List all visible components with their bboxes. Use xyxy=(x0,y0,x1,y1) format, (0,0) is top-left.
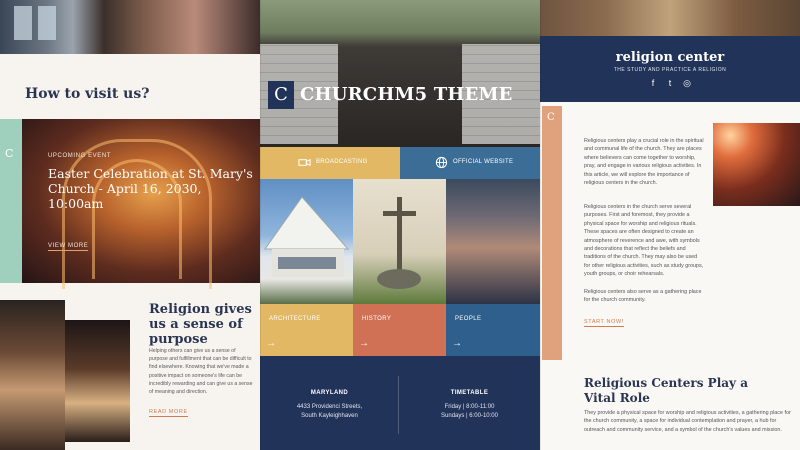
view-more-link[interactable]: VIEW MORE xyxy=(48,243,89,251)
official-website-label: OFFICIAL WEBSITE xyxy=(453,159,514,165)
window-pane xyxy=(14,6,32,40)
city-line: South Kayleighhaven xyxy=(301,413,358,419)
side-accent-band: C xyxy=(0,119,22,283)
site-title: CHURCHM5 THEME xyxy=(300,84,513,105)
timetable-heading: TIMETABLE xyxy=(450,390,489,396)
concert-hands-photo xyxy=(65,320,130,442)
brand-initial-badge: C xyxy=(268,81,294,109)
facebook-icon[interactable]: f xyxy=(647,77,659,89)
address-line: 4433 Providenci Streets, xyxy=(296,404,363,410)
right-panel: religion center THE STUDY AND PRACTICE A… xyxy=(540,0,800,450)
people-tile[interactable]: PEOPLE → xyxy=(446,304,540,356)
timetable-info: TIMETABLE Friday | 8:00-11:00 Sundays | … xyxy=(400,376,539,434)
video-icon xyxy=(298,158,311,167)
side-accent-band: C xyxy=(542,106,562,360)
left-panel: How to visit us? C UPCOMING EVENT Easter… xyxy=(0,0,260,450)
read-more-link[interactable]: READ MORE xyxy=(149,409,188,417)
paragraph-purposes: Religious centers in the church serve se… xyxy=(584,204,704,278)
location-info: MARYLAND 4433 Providenci Streets, South … xyxy=(260,376,399,434)
paragraph-intro: Religious centers play a crucial role in… xyxy=(584,138,704,187)
arrow-right-icon: → xyxy=(359,338,369,349)
purpose-body: Helping others can give us a sense of pu… xyxy=(149,348,253,396)
concert-photo xyxy=(713,123,800,206)
church-interior-photo xyxy=(0,0,260,54)
people-label: PEOPLE xyxy=(455,316,482,322)
section-heading: Religious Centers Play a Vital Role xyxy=(584,376,748,405)
architecture-tile[interactable]: ARCHITECTURE → xyxy=(260,304,353,356)
visit-title: How to visit us? xyxy=(25,86,150,102)
people-photo xyxy=(446,179,540,304)
tagline: THE STUDY AND PRACTICE A RELIGION xyxy=(613,67,727,73)
arrow-right-icon: → xyxy=(452,338,462,349)
architecture-label: ARCHITECTURE xyxy=(269,316,321,322)
purpose-title: Religion gives us a sense of purpose xyxy=(149,302,252,347)
crucifix-illustration xyxy=(377,197,421,289)
history-photo xyxy=(353,179,446,304)
location-heading: MARYLAND xyxy=(310,390,349,396)
history-tile[interactable]: HISTORY → xyxy=(353,304,446,356)
history-label: HISTORY xyxy=(362,316,392,322)
window-pane xyxy=(38,6,56,40)
church-exterior-photo xyxy=(260,0,540,147)
section-body: They provide a physical space for worshi… xyxy=(584,410,791,433)
arrow-right-icon: → xyxy=(266,338,276,349)
brand-initial-badge: C xyxy=(5,147,14,160)
site-header: religion center THE STUDY AND PRACTICE A… xyxy=(540,36,800,102)
brand-name[interactable]: religion center xyxy=(540,50,800,65)
globe-icon xyxy=(435,156,448,169)
instagram-icon[interactable]: ◎ xyxy=(681,77,693,89)
brand-initial-badge: C xyxy=(547,112,555,123)
church-roof-illustration xyxy=(264,196,350,277)
panel-divider xyxy=(260,0,261,450)
start-now-link[interactable]: START NOW! xyxy=(584,319,624,327)
twitter-icon[interactable]: t xyxy=(664,77,676,89)
sunday-hours: Sundays | 6:00-10:00 xyxy=(441,413,498,419)
panel-divider xyxy=(540,0,541,450)
friday-hours: Friday | 8:00-11:00 xyxy=(444,404,495,410)
official-website-button[interactable]: OFFICIAL WEBSITE xyxy=(400,147,540,179)
event-title: Easter Celebration at St. Mary's Church … xyxy=(48,166,253,211)
event-label: UPCOMING EVENT xyxy=(48,153,112,159)
architecture-photo xyxy=(260,179,353,304)
paragraph-gathering: Religious centers also serve as a gather… xyxy=(584,289,702,304)
broadcasting-label: BROADCASTING xyxy=(316,159,368,165)
middle-panel: C CHURCHM5 THEME BROADCASTING OFFICIAL W… xyxy=(260,0,540,450)
church-pews-photo xyxy=(540,0,800,36)
broadcasting-button[interactable]: BROADCASTING xyxy=(260,147,400,179)
worship-crowd-photo xyxy=(0,300,65,450)
